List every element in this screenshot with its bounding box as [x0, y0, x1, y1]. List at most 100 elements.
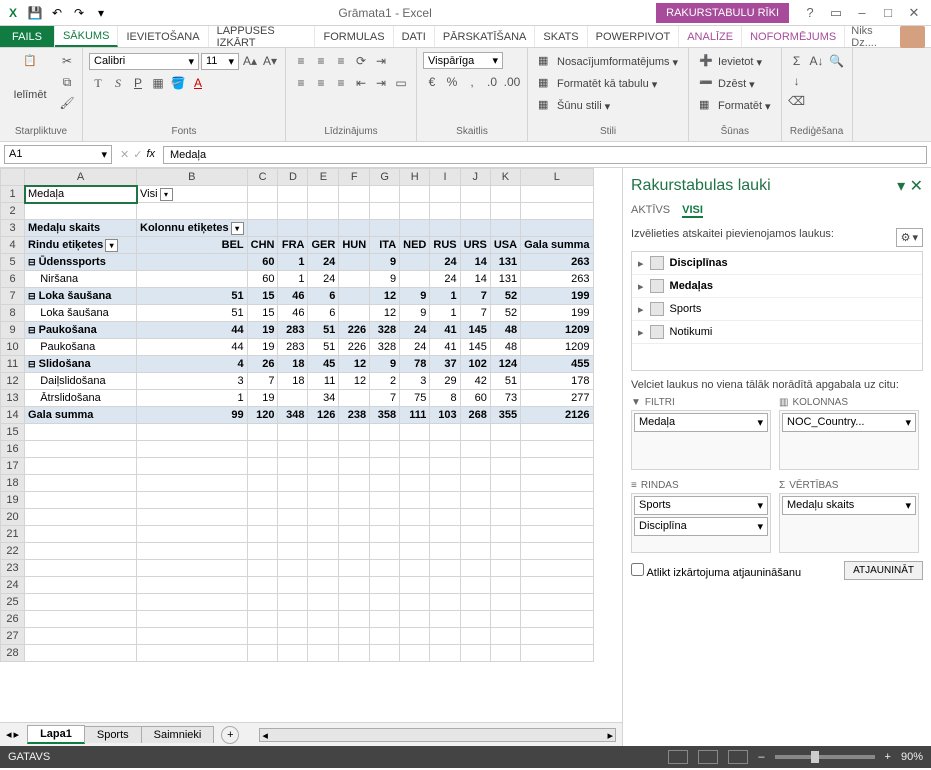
- format-painter-icon[interactable]: 🖌: [58, 94, 76, 112]
- cell[interactable]: [370, 628, 400, 645]
- fill-color-icon[interactable]: 🪣: [169, 74, 187, 92]
- align-left-icon[interactable]: ≡: [292, 74, 310, 92]
- cell[interactable]: [137, 424, 248, 441]
- cell[interactable]: [400, 271, 430, 288]
- cell[interactable]: Niršana: [25, 271, 137, 288]
- cell[interactable]: 41: [430, 339, 460, 356]
- sheet-next-icon[interactable]: ▸: [14, 728, 20, 741]
- cell[interactable]: [25, 611, 137, 628]
- expand-icon[interactable]: ⊟: [28, 325, 36, 335]
- cell[interactable]: [430, 594, 460, 611]
- cell[interactable]: [339, 220, 370, 237]
- cell[interactable]: [490, 441, 520, 458]
- cell[interactable]: [247, 645, 278, 662]
- cell[interactable]: 145: [460, 322, 490, 339]
- cell[interactable]: 14: [460, 271, 490, 288]
- decrease-decimal-icon[interactable]: .00: [503, 73, 521, 91]
- cell[interactable]: [460, 526, 490, 543]
- cell[interactable]: 51: [308, 339, 339, 356]
- cell[interactable]: [430, 458, 460, 475]
- cell[interactable]: [339, 594, 370, 611]
- tab-active-fields[interactable]: AKTĪVS: [631, 204, 670, 218]
- sheet-prev-icon[interactable]: ◂: [6, 728, 12, 741]
- col-header[interactable]: G: [370, 169, 400, 186]
- cell[interactable]: [490, 458, 520, 475]
- expand-icon[interactable]: ▸: [638, 326, 644, 339]
- row-header[interactable]: 10: [1, 339, 25, 356]
- cell[interactable]: [370, 492, 400, 509]
- cell[interactable]: [430, 203, 460, 220]
- cell[interactable]: [137, 475, 248, 492]
- cell[interactable]: [400, 424, 430, 441]
- cell[interactable]: [521, 611, 593, 628]
- cell[interactable]: [137, 560, 248, 577]
- cell[interactable]: [137, 441, 248, 458]
- tab-insert[interactable]: IEVIETOŠANA: [118, 26, 208, 47]
- field-list[interactable]: ▸Disciplīnas▸Medaļas▸Sports▸Notikumi: [631, 251, 923, 371]
- cell[interactable]: [370, 594, 400, 611]
- row-header[interactable]: 25: [1, 594, 25, 611]
- sort-icon[interactable]: A↓: [808, 52, 826, 70]
- underline-icon[interactable]: P: [129, 74, 147, 92]
- pane-close-icon[interactable]: ✕: [910, 178, 923, 195]
- cell[interactable]: 7: [460, 305, 490, 322]
- cell[interactable]: 26: [247, 356, 278, 373]
- cell[interactable]: 18: [278, 373, 308, 390]
- cell[interactable]: [25, 458, 137, 475]
- tab-analyze[interactable]: ANALĪZE: [679, 26, 742, 47]
- row-header[interactable]: 13: [1, 390, 25, 407]
- cell[interactable]: [370, 203, 400, 220]
- cell[interactable]: [339, 458, 370, 475]
- cell[interactable]: [339, 186, 370, 203]
- fill-icon[interactable]: ↓: [788, 72, 806, 90]
- row-header[interactable]: 22: [1, 543, 25, 560]
- cell[interactable]: [278, 628, 308, 645]
- cell[interactable]: [521, 526, 593, 543]
- view-pagebreak-icon[interactable]: [728, 750, 748, 764]
- cell[interactable]: URS: [460, 237, 490, 254]
- cell[interactable]: 283: [278, 339, 308, 356]
- view-pagelayout-icon[interactable]: [698, 750, 718, 764]
- field-item[interactable]: ▸Disciplīnas: [632, 252, 922, 275]
- cell[interactable]: [430, 492, 460, 509]
- cell[interactable]: [137, 645, 248, 662]
- cell[interactable]: [308, 458, 339, 475]
- cell[interactable]: 111: [400, 407, 430, 424]
- sheet-tab-1[interactable]: Lapa1: [27, 725, 85, 744]
- paste-button[interactable]: 📋 Ielīmēt: [6, 52, 54, 124]
- cell[interactable]: [400, 186, 430, 203]
- cell[interactable]: 7: [460, 288, 490, 305]
- zone-columns[interactable]: ▥KOLONNAS NOC_Country...▾: [779, 395, 919, 470]
- zoom-level[interactable]: 90%: [901, 751, 923, 763]
- cell[interactable]: [137, 203, 248, 220]
- cell[interactable]: Visi▾: [137, 186, 248, 203]
- cell[interactable]: [521, 560, 593, 577]
- cell[interactable]: [400, 560, 430, 577]
- col-header[interactable]: J: [460, 169, 490, 186]
- tab-design[interactable]: NOFORMĒJUMS: [742, 26, 845, 47]
- cell[interactable]: 15: [247, 305, 278, 322]
- cell[interactable]: [490, 543, 520, 560]
- cell[interactable]: 226: [339, 339, 370, 356]
- cell[interactable]: [308, 560, 339, 577]
- cell[interactable]: [278, 492, 308, 509]
- cell[interactable]: [25, 424, 137, 441]
- cell[interactable]: 1: [278, 271, 308, 288]
- align-right-icon[interactable]: ≡: [332, 74, 350, 92]
- cell[interactable]: [521, 186, 593, 203]
- cell[interactable]: GER: [308, 237, 339, 254]
- cell[interactable]: 1209: [521, 322, 593, 339]
- tab-file[interactable]: FAILS: [0, 26, 55, 47]
- cell[interactable]: 34: [308, 390, 339, 407]
- cell[interactable]: [278, 611, 308, 628]
- cell[interactable]: FRA: [278, 237, 308, 254]
- cell[interactable]: [278, 458, 308, 475]
- cell[interactable]: [370, 458, 400, 475]
- italic-icon[interactable]: S: [109, 74, 127, 92]
- cell[interactable]: 15: [247, 288, 278, 305]
- cell[interactable]: [370, 475, 400, 492]
- cell[interactable]: [278, 543, 308, 560]
- cell[interactable]: [278, 424, 308, 441]
- cell[interactable]: [137, 594, 248, 611]
- cell[interactable]: [400, 577, 430, 594]
